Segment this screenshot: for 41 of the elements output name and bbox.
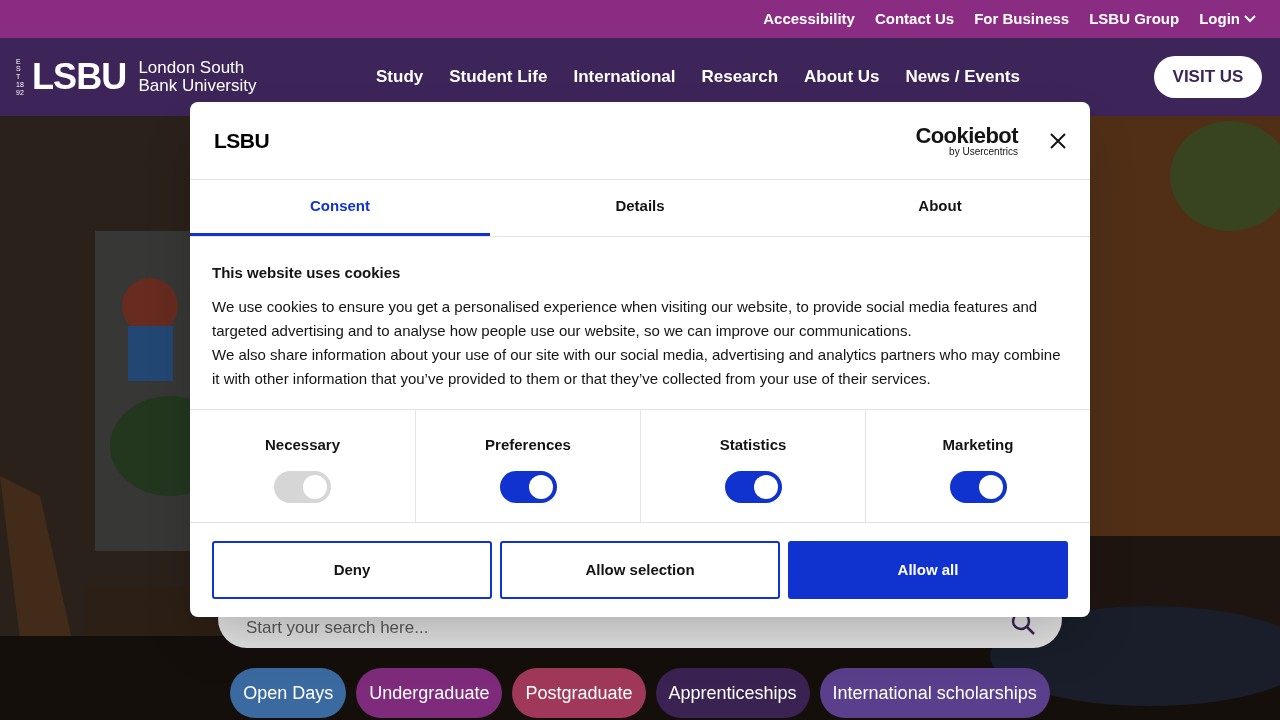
provider-subtitle: by Usercentrics <box>949 146 1018 157</box>
category-label: Marketing <box>942 435 1014 455</box>
quick-link-pill[interactable]: Postgraduate <box>512 668 646 718</box>
logo-mark: LSBU <box>32 59 127 95</box>
category-label: Preferences <box>485 435 571 455</box>
top-link[interactable]: Contact Us <box>874 7 955 31</box>
dialog-tab[interactable]: About <box>790 180 1090 236</box>
top-link[interactable]: For Business <box>974 7 1070 31</box>
consent-button[interactable]: Allow all <box>788 541 1068 599</box>
nav-link[interactable]: News / Events <box>905 64 1020 90</box>
quick-link-pill[interactable]: Apprenticeships <box>655 668 810 718</box>
toggle-switch[interactable] <box>724 470 782 503</box>
quick-link-pill[interactable]: Open Days <box>230 668 347 718</box>
nav-link[interactable]: About Us <box>804 64 880 90</box>
consent-button[interactable]: Allow selection <box>500 541 780 599</box>
visit-button[interactable]: VISIT US <box>1154 56 1262 98</box>
dialog-heading: This website uses cookies <box>212 263 402 283</box>
category-label: Necessary <box>264 435 341 455</box>
toggle-switch[interactable] <box>949 470 1007 503</box>
dialog-tab[interactable]: Consent <box>190 180 490 236</box>
chevron-down-icon <box>1244 15 1256 23</box>
nav-link[interactable]: Study <box>376 64 424 90</box>
top-link[interactable]: Accessibility <box>763 7 855 31</box>
top-link[interactable]: LSBU Group <box>1089 7 1180 31</box>
consent-button[interactable]: Deny <box>212 541 492 599</box>
quick-link-pill[interactable]: International scholarships <box>819 668 1050 718</box>
close-icon[interactable] <box>1050 132 1066 149</box>
quick-link-pill[interactable]: Undergraduate <box>356 668 503 718</box>
dialog-text: We also share information about your use of our site with our social media, advertising and analytics partners who may combine it with other information that you’ve provided to them or that they’ve collected from your use of their services. <box>212 344 1062 389</box>
dialog-logo: LSBU <box>214 127 270 154</box>
dialog-tab[interactable]: Details <box>490 180 790 236</box>
provider-logo: Cookiebot <box>915 124 1018 147</box>
nav-link[interactable]: Research <box>701 64 779 90</box>
logo-text: Bank University <box>138 77 257 95</box>
toggle-switch[interactable] <box>499 470 557 503</box>
logo-text: London South <box>138 59 246 77</box>
nav-link[interactable]: Student Life <box>449 64 548 90</box>
login-link[interactable]: Login <box>1199 7 1256 31</box>
dialog-text: We use cookies to ensure you get a personalised experience when visiting our website, to provide social media features and targeted advertising and to analyse how people use our website, so we can improve our communications. <box>212 296 1039 341</box>
category-label: Statistics <box>719 435 787 455</box>
nav-link[interactable]: International <box>573 64 676 90</box>
